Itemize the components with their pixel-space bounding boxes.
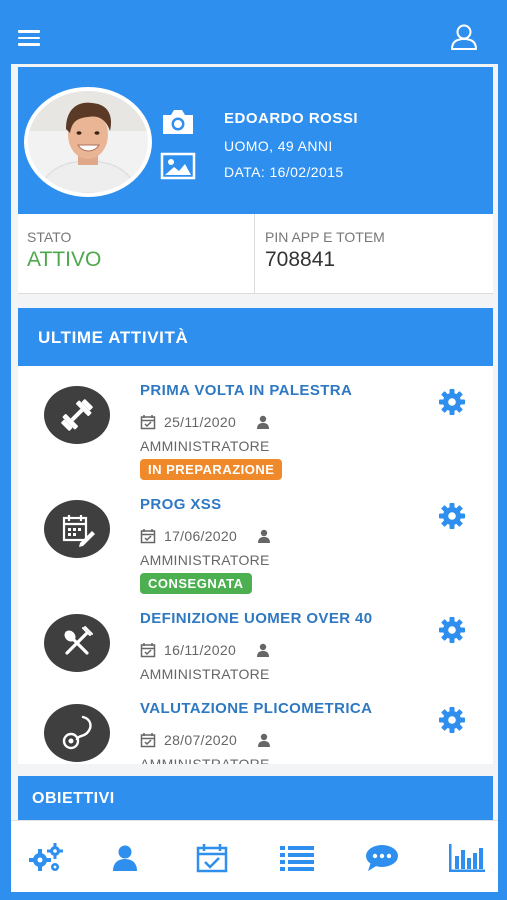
fork-spoon-icon: [44, 614, 110, 672]
status-badge: IN PREPARAZIONE: [140, 459, 283, 480]
stethoscope-icon: [44, 704, 110, 762]
list-item[interactable]: VALUTAZIONE PLICOMETRICA 28/07/2020 AMMI…: [18, 684, 493, 764]
gears-icon[interactable]: [27, 843, 65, 873]
activity-date: 17/06/2020: [164, 528, 238, 544]
user-icon[interactable]: [106, 843, 144, 873]
list-icon[interactable]: [278, 843, 316, 873]
activities-list[interactable]: PRIMA VOLTA IN PALESTRA 25/11/2020 AMMIN…: [18, 366, 493, 764]
profile-date: DATA: 16/02/2015: [224, 164, 344, 180]
person-icon: [257, 643, 270, 657]
gear-icon[interactable]: [437, 501, 467, 531]
calendar-check-icon[interactable]: [193, 843, 231, 873]
profile-subtitle: UOMO, 49 ANNI: [224, 138, 333, 154]
activity-meta: 16/11/2020: [140, 640, 270, 660]
activity-title[interactable]: PRIMA VOLTA IN PALESTRA: [140, 382, 352, 399]
list-item[interactable]: PRIMA VOLTA IN PALESTRA 25/11/2020 AMMIN…: [18, 366, 493, 480]
activity-date: 16/11/2020: [164, 642, 237, 658]
calendar-edit-icon: [44, 500, 110, 558]
user-outline-icon[interactable]: [449, 22, 479, 52]
bottom-nav: [11, 820, 498, 892]
calendar-check-icon: [140, 733, 156, 748]
dumbbell-icon: [44, 386, 110, 444]
gear-icon[interactable]: [437, 615, 467, 645]
hamburger-menu-icon[interactable]: [18, 30, 40, 48]
status-label: STATO: [27, 229, 72, 245]
profile-name: EDOARDO ROSSI: [224, 110, 359, 127]
pin-value: 708841: [265, 248, 336, 271]
person-icon: [258, 529, 271, 543]
status-value: ATTIVO: [27, 248, 102, 271]
activity-title[interactable]: VALUTAZIONE PLICOMETRICA: [140, 700, 372, 717]
image-icon[interactable]: [160, 152, 196, 180]
activity-user: AMMINISTRATORE: [140, 756, 270, 764]
camera-icon[interactable]: [160, 107, 196, 137]
objectives-header[interactable]: OBIETTIVI: [18, 776, 493, 820]
person-icon: [258, 733, 271, 747]
activities-header: ULTIME ATTIVITÀ: [18, 308, 493, 366]
info-row: STATO ATTIVO PIN APP E TOTEM 708841: [18, 214, 493, 294]
activity-title[interactable]: DEFINIZIONE UOMER OVER 40: [140, 610, 373, 627]
calendar-check-icon: [140, 415, 156, 430]
calendar-check-icon: [140, 643, 156, 658]
profile-card: EDOARDO ROSSI UOMO, 49 ANNI DATA: 16/02/…: [18, 67, 493, 214]
activity-user: AMMINISTRATORE: [140, 666, 270, 682]
activity-date: 28/07/2020: [164, 732, 238, 748]
gear-icon[interactable]: [437, 705, 467, 735]
activity-user: AMMINISTRATORE: [140, 552, 270, 568]
activity-meta: 17/06/2020: [140, 526, 271, 546]
main-screen: EDOARDO ROSSI UOMO, 49 ANNI DATA: 16/02/…: [11, 64, 498, 892]
activity-date: 25/11/2020: [164, 414, 237, 430]
top-bar: [0, 0, 507, 64]
pin-cell: PIN APP E TOTEM 708841: [256, 214, 493, 294]
avatar: [24, 87, 152, 197]
calendar-check-icon: [140, 529, 156, 544]
list-item[interactable]: PROG XSS 17/06/2020 AMMINISTRATORE CONSE…: [18, 480, 493, 594]
activity-meta: 28/07/2020: [140, 730, 271, 750]
status-badge: CONSEGNATA: [140, 573, 252, 594]
person-icon: [257, 415, 270, 429]
gear-icon[interactable]: [437, 387, 467, 417]
chat-icon[interactable]: [363, 843, 401, 873]
status-cell: STATO ATTIVO: [18, 214, 255, 294]
activity-title[interactable]: PROG XSS: [140, 496, 222, 513]
activity-user: AMMINISTRATORE: [140, 438, 270, 454]
bar-chart-icon[interactable]: [448, 843, 486, 873]
activity-meta: 25/11/2020: [140, 412, 270, 432]
pin-label: PIN APP E TOTEM: [265, 229, 385, 245]
